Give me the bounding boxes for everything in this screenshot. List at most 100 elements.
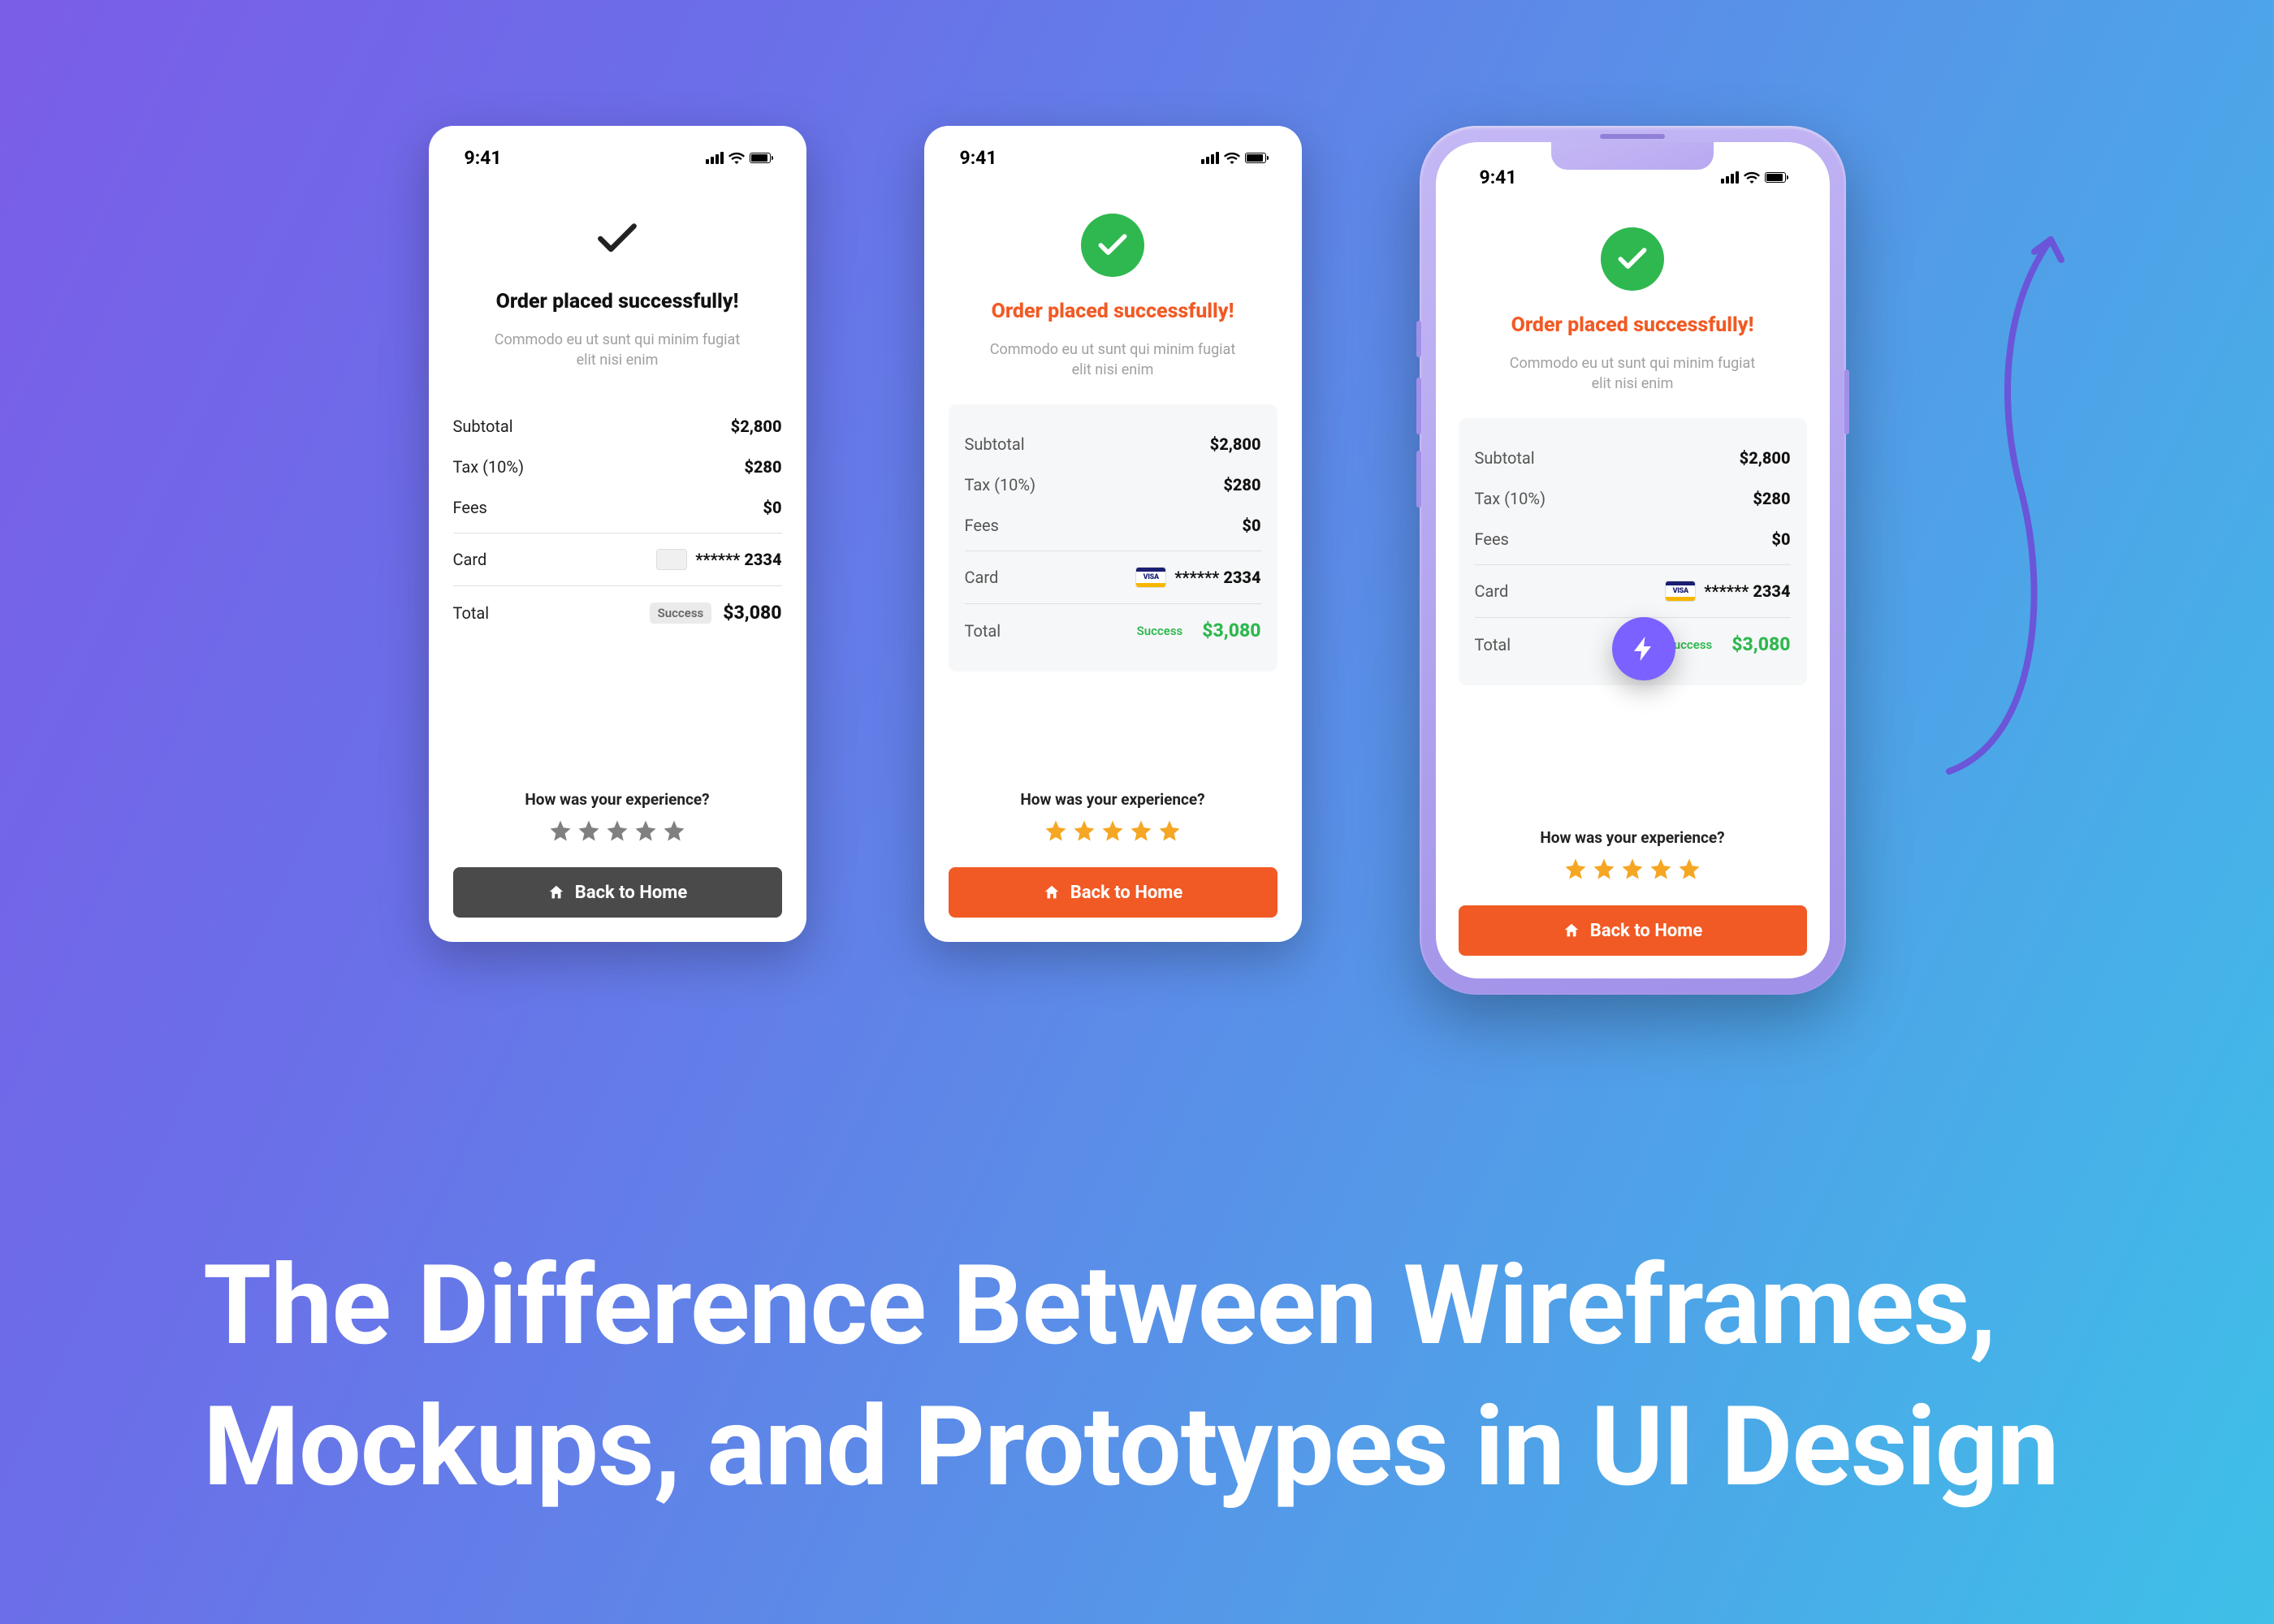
value-subtotal: $2,800 bbox=[1740, 448, 1791, 468]
star-icon[interactable] bbox=[548, 818, 573, 843]
receipt: Subtotal$2,800 Tax (10%)$280 Fees$0 Card… bbox=[453, 395, 782, 646]
label-total: Total bbox=[453, 603, 490, 623]
button-label: Back to Home bbox=[1070, 883, 1182, 903]
label-card: Card bbox=[1475, 581, 1509, 601]
status-time: 9:41 bbox=[465, 147, 502, 169]
rating-question: How was your experience? bbox=[1540, 828, 1724, 847]
bolt-badge-icon bbox=[1612, 617, 1675, 680]
value-fees: $0 bbox=[763, 498, 781, 517]
value-subtotal: $2,800 bbox=[1210, 434, 1261, 454]
divider bbox=[453, 585, 782, 586]
phone-wireframe: 9:41 Order placed successfully! Commodo … bbox=[429, 126, 806, 942]
visa-card-icon: VISA bbox=[1135, 567, 1166, 588]
value-card: ****** 2334 bbox=[1704, 581, 1790, 601]
visa-card-icon: VISA bbox=[1665, 581, 1696, 602]
row-tax: Tax (10%)$280 bbox=[453, 447, 782, 487]
wifi-icon bbox=[1224, 152, 1240, 164]
label-fees: Fees bbox=[1475, 529, 1509, 549]
row-fees: Fees$0 bbox=[965, 505, 1261, 546]
device-button bbox=[1844, 369, 1849, 434]
row-card: Card VISA ****** 2334 bbox=[965, 556, 1261, 598]
row-subtotal: Subtotal$2,800 bbox=[453, 406, 782, 447]
star-icon[interactable] bbox=[1100, 818, 1125, 843]
order-title: Order placed successfully! bbox=[496, 290, 739, 313]
star-icon[interactable] bbox=[1072, 818, 1096, 843]
battery-icon bbox=[1765, 172, 1786, 183]
divider bbox=[965, 603, 1261, 604]
success-area: Order placed successfully! Commodo eu ut… bbox=[1459, 227, 1807, 394]
rating-question: How was your experience? bbox=[525, 790, 709, 809]
phone-prototype-device: 9:41 Order placed successfully! Commodo … bbox=[1420, 126, 1846, 995]
status-right bbox=[1721, 171, 1786, 184]
row-card: Card VISA ****** 2334 bbox=[1475, 570, 1791, 612]
signal-icon bbox=[1721, 171, 1739, 184]
row-total: Total Success $3,080 bbox=[453, 591, 782, 634]
order-subtitle: Commodo eu ut sunt qui minim fugiat elit… bbox=[487, 330, 747, 370]
success-area: Order placed successfully! Commodo eu ut… bbox=[453, 214, 782, 370]
divider bbox=[1475, 564, 1791, 565]
status-time: 9:41 bbox=[960, 147, 997, 169]
value-fees: $0 bbox=[1771, 529, 1790, 549]
star-icon[interactable] bbox=[633, 818, 658, 843]
label-total: Total bbox=[1475, 635, 1511, 654]
star-icon[interactable] bbox=[1677, 857, 1701, 881]
back-to-home-button[interactable]: Back to Home bbox=[1459, 905, 1807, 956]
star-icon[interactable] bbox=[577, 818, 601, 843]
rating-stars[interactable] bbox=[1044, 818, 1182, 843]
page-headline: The Difference Between Wireframes, Mocku… bbox=[203, 1236, 2160, 1518]
row-tax: Tax (10%)$280 bbox=[1475, 478, 1791, 519]
value-total: $3,080 bbox=[723, 602, 781, 624]
order-subtitle: Commodo eu ut sunt qui minim fugiat elit… bbox=[1502, 353, 1762, 394]
label-card: Card bbox=[965, 568, 999, 587]
back-to-home-button[interactable]: Back to Home bbox=[453, 867, 782, 918]
battery-icon bbox=[1245, 153, 1266, 163]
label-subtotal: Subtotal bbox=[1475, 448, 1535, 468]
star-icon[interactable] bbox=[662, 818, 686, 843]
home-icon bbox=[547, 883, 565, 901]
rating-stars[interactable] bbox=[1563, 857, 1701, 881]
row-tax: Tax (10%)$280 bbox=[965, 464, 1261, 505]
row-fees: Fees$0 bbox=[453, 487, 782, 528]
star-icon[interactable] bbox=[1649, 857, 1673, 881]
signal-icon bbox=[706, 152, 724, 164]
order-title: Order placed successfully! bbox=[992, 300, 1234, 323]
rating-area: How was your experience? bbox=[1459, 804, 1807, 881]
phone-mockup: 9:41 Order placed successfully! Commodo … bbox=[924, 126, 1302, 942]
star-icon[interactable] bbox=[605, 818, 629, 843]
signal-icon bbox=[1201, 152, 1219, 164]
rating-stars[interactable] bbox=[548, 818, 686, 843]
status-bar: 9:41 bbox=[949, 142, 1278, 169]
star-icon[interactable] bbox=[1592, 857, 1616, 881]
status-badge: Success bbox=[650, 603, 712, 624]
row-subtotal: Subtotal $2,800 bbox=[1475, 438, 1791, 478]
value-card: ****** 2334 bbox=[1174, 568, 1260, 587]
button-label: Back to Home bbox=[1590, 921, 1702, 941]
success-area: Order placed successfully! Commodo eu ut… bbox=[949, 214, 1278, 380]
star-icon[interactable] bbox=[1129, 818, 1153, 843]
value-total: $3,080 bbox=[1202, 620, 1260, 641]
wifi-icon bbox=[1744, 171, 1760, 184]
row-card: Card****** 2334 bbox=[453, 538, 782, 581]
status-time: 9:41 bbox=[1480, 166, 1517, 188]
device-speaker bbox=[1600, 134, 1665, 139]
rating-question: How was your experience? bbox=[1020, 790, 1204, 809]
star-icon[interactable] bbox=[1563, 857, 1588, 881]
wifi-icon bbox=[728, 152, 745, 164]
star-icon[interactable] bbox=[1620, 857, 1645, 881]
row-total: TotalSuccess$3,080 bbox=[965, 609, 1261, 652]
status-badge: Success bbox=[1129, 620, 1191, 641]
checkmark-circle-icon bbox=[1601, 227, 1664, 291]
star-icon[interactable] bbox=[1044, 818, 1068, 843]
label-tax: Tax (10%) bbox=[453, 457, 525, 477]
card-brand-placeholder-icon bbox=[656, 549, 687, 570]
device-button bbox=[1416, 321, 1421, 357]
row-subtotal: Subtotal$2,800 bbox=[965, 424, 1261, 464]
label-card: Card bbox=[453, 550, 487, 569]
status-right bbox=[706, 152, 771, 164]
rating-area: How was your experience? bbox=[453, 766, 782, 843]
star-icon[interactable] bbox=[1157, 818, 1182, 843]
phones-row: 9:41 Order placed successfully! Commodo … bbox=[0, 126, 2274, 995]
value-tax: $280 bbox=[1753, 489, 1790, 508]
back-to-home-button[interactable]: Back to Home bbox=[949, 867, 1278, 918]
status-right bbox=[1201, 152, 1266, 164]
